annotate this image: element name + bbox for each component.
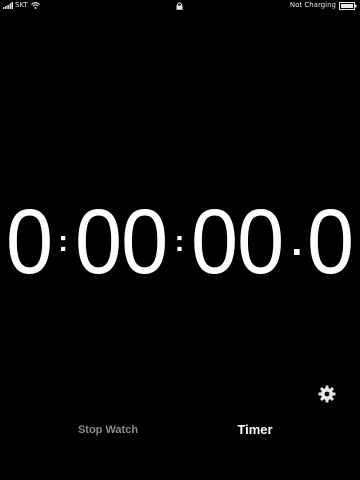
- wifi-icon: [30, 2, 40, 9]
- tab-timer[interactable]: Timer: [215, 419, 295, 441]
- minutes-digits: 00: [74, 191, 168, 293]
- lock-icon: [176, 2, 183, 10]
- decimal-point: .: [291, 220, 302, 264]
- charging-status-label: Not Charging: [289, 1, 336, 9]
- status-right: Not Charging: [290, 0, 357, 11]
- status-bar: SKT Not Charging: [0, 0, 360, 11]
- minutes-seconds-separator: :: [174, 225, 185, 258]
- tenths-digit: 0: [307, 191, 354, 293]
- tab-stop-watch[interactable]: Stop Watch: [62, 419, 154, 441]
- gear-icon: [318, 385, 336, 403]
- settings-button[interactable]: [318, 385, 336, 403]
- seconds-digits: 00: [191, 191, 284, 293]
- carrier-label: SKT: [15, 1, 28, 9]
- signal-icon: [3, 2, 13, 9]
- status-left: SKT: [3, 0, 40, 11]
- battery-icon: [339, 1, 357, 10]
- timer-display: 0 : 00 : 00 . 0: [0, 196, 360, 288]
- hours-digits: 0: [6, 191, 53, 293]
- hours-minutes-separator: :: [58, 225, 68, 258]
